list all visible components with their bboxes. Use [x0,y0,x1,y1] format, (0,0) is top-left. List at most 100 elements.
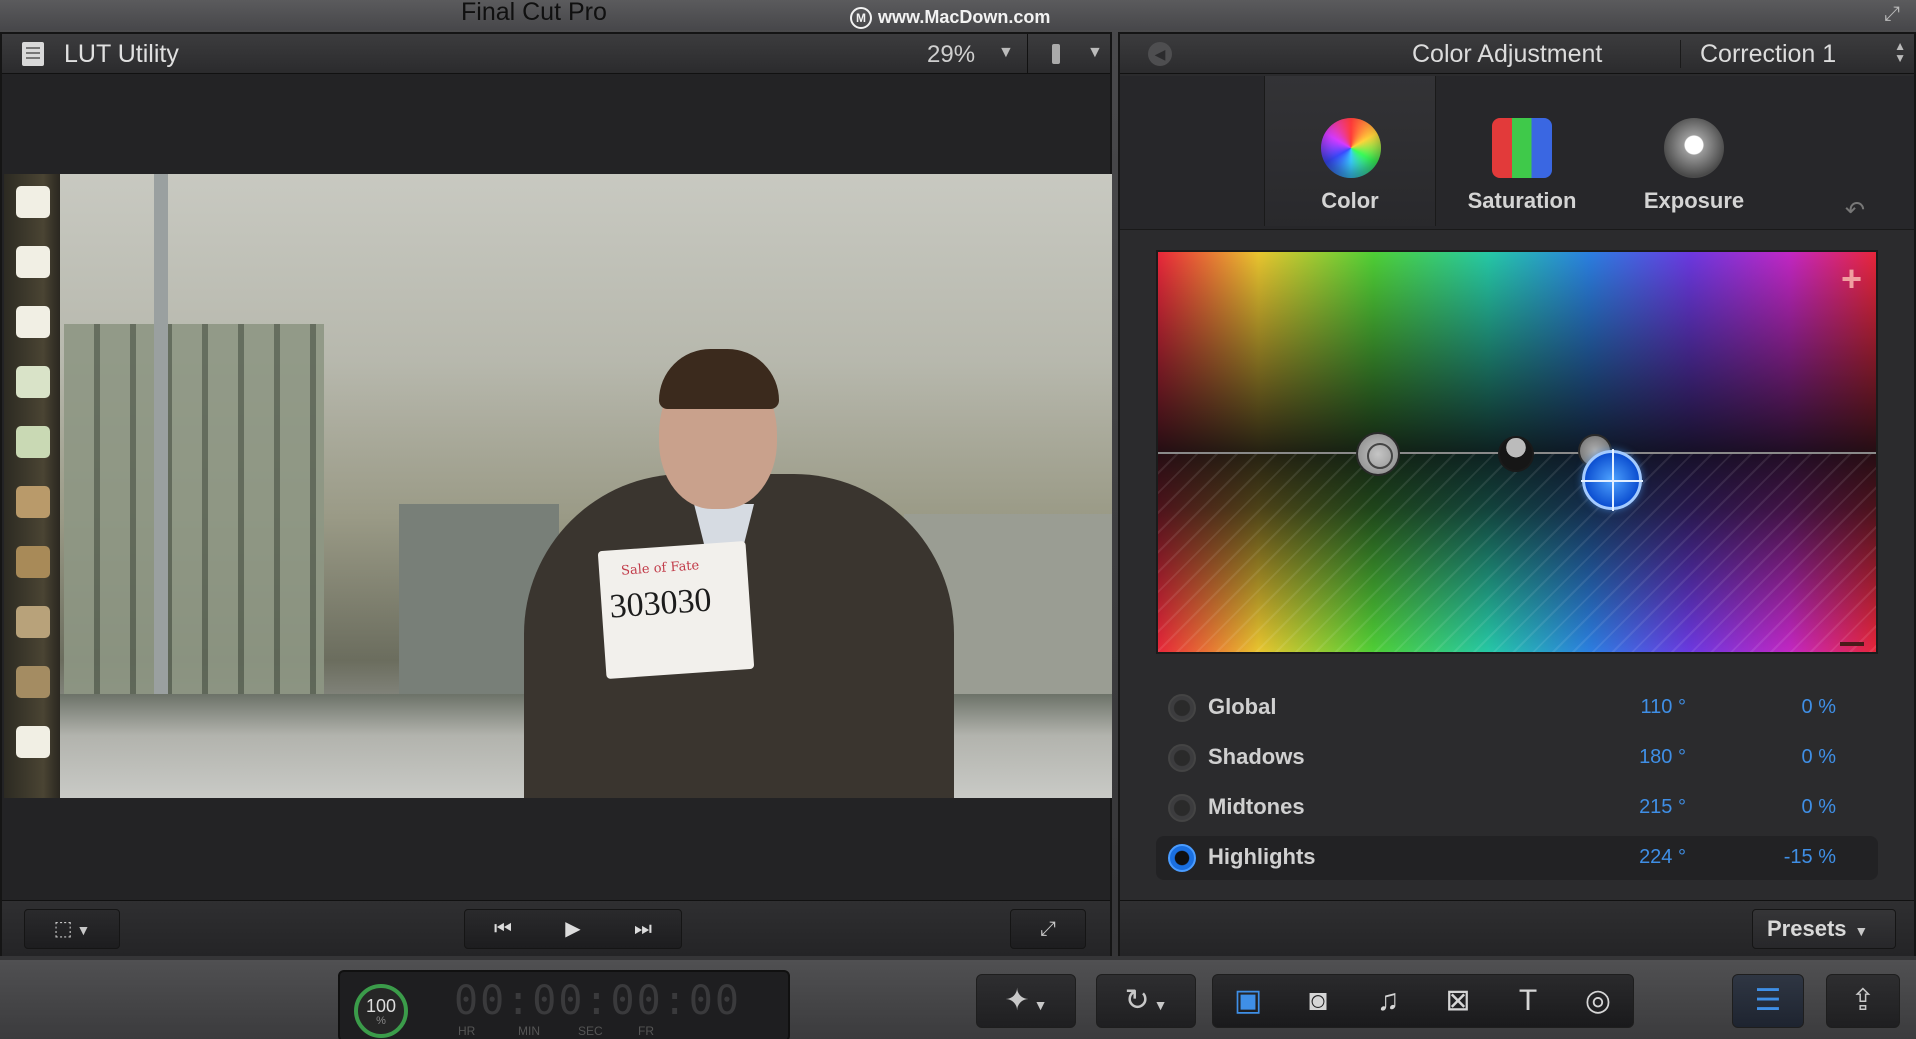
range-radio[interactable] [1168,744,1196,772]
tab-label: Exposure [1643,188,1745,213]
inspector-icon: ☰ [1754,984,1782,1017]
street-pole [154,174,168,694]
stepper-icon[interactable]: ▲ ▼ [1894,40,1906,64]
sprocket-hole [16,606,50,638]
fullscreen-playback-button[interactable]: ⤢ [1010,909,1086,949]
timecode-display[interactable]: 00:00:00:00 [454,978,741,1024]
tab-label: Saturation [1467,188,1577,213]
zoom-level[interactable]: 29% [927,41,975,69]
color-wheel-icon [1321,118,1381,178]
divider [1680,40,1681,68]
range-angle[interactable]: 224 ° [1596,846,1686,869]
inspector-header: ◀ Color Adjustment Correction 1 ▲ ▼ [1120,34,1914,74]
expand-icon: ⤢ [1040,918,1056,940]
chevron-down-icon: ▼ [76,922,91,938]
sign-top-text: Sale of Fate [620,558,700,579]
zoom-caret-icon[interactable]: ▼ [998,44,1014,62]
viewer-panel: LUT Utility 29% ▼ ▼ Sale of Fate 303030 [0,32,1112,956]
title-bar: Final Cut Pro Mwww.MacDown.com ⤢ [0,0,1916,30]
timecode-labels: HR MIN SEC FR [458,1024,698,1038]
main-toolbar: 100 % 00:00:00:00 HR MIN SEC FR ✦ ▼ ↻ ▼ ▣ ◙ ♫ ⊠ T… [0,960,1916,1039]
divider [1027,34,1028,74]
shadows-puck[interactable] [1498,436,1534,472]
chevron-down-icon: ▼ [1850,923,1869,939]
range-radio[interactable] [1168,694,1196,722]
timecode-label: HR [458,1024,476,1038]
inspector-footer: Presets ▼ [1120,900,1914,956]
previous-frame-icon[interactable]: ⏮ [468,910,538,948]
range-angle[interactable]: 180 ° [1596,746,1686,769]
range-percent[interactable]: -15 % [1736,846,1836,869]
enhance-button[interactable]: ✦ ▼ [976,974,1076,1028]
gauge-unit: % [376,1015,386,1027]
transport-controls: ⏮ ▶ ⏭ [464,909,682,949]
range-row-highlights[interactable]: Highlights 224 ° -15 % [1156,836,1878,880]
dashboard: 100 % 00:00:00:00 HR MIN SEC FR [338,970,790,1039]
transitions-icon[interactable]: ⊠ [1423,975,1493,1027]
play-icon[interactable]: ▶ [538,910,608,948]
number-sign: Sale of Fate 303030 [597,540,755,680]
fullscreen-icon[interactable]: ⤢ [1884,4,1906,26]
range-angle[interactable]: 110 ° [1596,696,1686,719]
timecode-label: FR [638,1024,654,1038]
back-icon[interactable]: ◀ [1148,42,1172,66]
correction-selector[interactable]: Correction 1 [1700,40,1836,69]
person-hair [659,349,779,409]
camera-icon[interactable]: ◙ [1283,975,1353,1027]
music-icon[interactable]: ♫ [1353,975,1423,1027]
range-row-shadows[interactable]: Shadows 180 ° 0 % [1156,736,1878,780]
highlights-puck[interactable] [1581,449,1643,511]
view-options-icon[interactable] [1052,44,1060,64]
presets-button[interactable]: Presets ▼ [1752,909,1896,949]
saturation-icon [1492,118,1552,178]
range-row-global[interactable]: Global 110 ° 0 % [1156,686,1878,730]
inspector-title: Color Adjustment [1412,40,1603,68]
sprocket-hole [16,546,50,578]
range-percent[interactable]: 0 % [1736,796,1836,819]
video-frame: Sale of Fate 303030 [4,174,1112,798]
clip-name: LUT Utility [64,40,179,68]
background-building [64,324,324,744]
background-tasks-gauge[interactable]: 100 % [354,984,408,1038]
app-title: Final Cut Pro [461,0,607,26]
range-angle[interactable]: 215 ° [1596,796,1686,819]
sprocket-hole [16,366,50,398]
inspector-panel: ◀ Color Adjustment Correction 1 ▲ ▼ Color… [1118,32,1916,956]
tab-saturation[interactable]: Saturation [1436,76,1608,226]
sprocket-hole [16,486,50,518]
range-name: Highlights [1208,844,1316,869]
range-name: Midtones [1208,794,1305,819]
generators-icon[interactable]: ◎ [1563,975,1633,1027]
inspector-button[interactable]: ☰ [1732,974,1804,1028]
clip-browser-icon[interactable]: ▣ [1213,975,1283,1027]
transform-button[interactable]: ⬚ ▼ [24,909,120,949]
range-radio[interactable] [1168,844,1196,872]
titles-icon[interactable]: T [1493,975,1563,1027]
range-name: Global [1208,694,1277,719]
tab-color[interactable]: Color [1264,76,1436,226]
share-button[interactable]: ⇪ [1826,974,1900,1028]
range-percent[interactable]: 0 % [1736,696,1836,719]
sprocket-hole [16,186,50,218]
tab-exposure[interactable]: Exposure [1608,76,1780,226]
global-puck[interactable] [1356,432,1400,476]
viewer-footer: ⬚ ▼ ⏮ ▶ ⏭ ⤢ [2,900,1110,956]
sprocket-hole [16,306,50,338]
reset-icon[interactable]: ↶ [1845,196,1865,225]
watermark-text: www.MacDown.com [878,7,1051,27]
color-board-tabs: Color Saturation Exposure [1120,76,1914,230]
color-board[interactable]: + [1156,250,1878,654]
crop-icon: ⬚ [53,918,73,940]
next-frame-icon[interactable]: ⏭ [608,910,678,948]
view-caret-icon[interactable]: ▼ [1087,44,1103,62]
magic-wand-icon: ✦ [1004,984,1030,1017]
sprocket-hole [16,726,50,758]
gauge-value: 100 [365,996,397,1016]
watermark: Mwww.MacDown.com [850,6,1051,30]
range-radio[interactable] [1168,794,1196,822]
range-row-midtones[interactable]: Midtones 215 ° 0 % [1156,786,1878,830]
range-percent[interactable]: 0 % [1736,746,1836,769]
retime-button[interactable]: ↻ ▼ [1096,974,1196,1028]
timecode-label: MIN [518,1024,540,1038]
exposure-icon [1664,118,1724,178]
